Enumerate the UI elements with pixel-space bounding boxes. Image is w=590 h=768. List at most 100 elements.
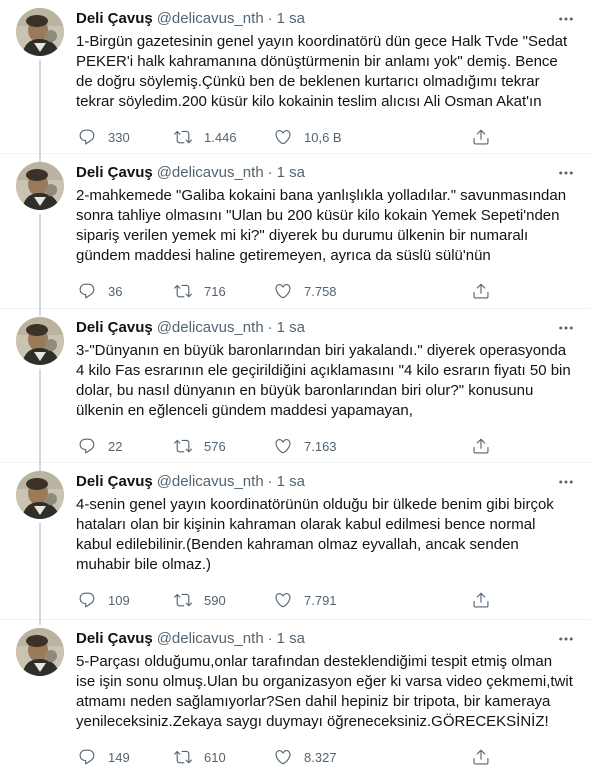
- retweet-icon: [174, 750, 192, 764]
- share-button[interactable]: [472, 282, 490, 300]
- reply-icon: [79, 592, 95, 608]
- timestamp[interactable]: 1 sa: [277, 472, 305, 492]
- heart-icon: [275, 439, 291, 454]
- heart-icon: [275, 593, 291, 608]
- reply-icon: [79, 129, 95, 145]
- like-button[interactable]: 10,6 B: [274, 128, 342, 146]
- tweet-header: Deli Çavuş @delicavus_nth · 1 sa: [76, 9, 576, 29]
- author-name[interactable]: Deli Çavuş: [76, 9, 153, 29]
- thread-line: [39, 214, 41, 316]
- more-icon[interactable]: [556, 629, 576, 649]
- reply-icon: [79, 438, 95, 454]
- reply-count: 36: [108, 283, 123, 299]
- timestamp[interactable]: 1 sa: [277, 629, 305, 649]
- reply-count: 109: [108, 592, 130, 608]
- retweet-button[interactable]: 590: [174, 591, 226, 609]
- tweet-text: 3-"Dünyanın en büyük baronlarından biri …: [76, 342, 571, 419]
- tweet[interactable]: Deli Çavuş @delicavus_nth · 1 sa 3-"Düny…: [0, 309, 590, 471]
- reply-count: 149: [108, 749, 130, 765]
- share-button[interactable]: [472, 748, 490, 766]
- author-handle[interactable]: @delicavus_nth: [157, 9, 264, 29]
- heart-icon: [275, 750, 291, 765]
- tweet[interactable]: Deli Çavuş @delicavus_nth · 1 sa 4-senin…: [0, 463, 590, 625]
- more-icon[interactable]: [556, 318, 576, 338]
- like-button[interactable]: 7.758: [274, 282, 337, 300]
- retweet-count: 576: [204, 438, 226, 454]
- retweet-count: 590: [204, 592, 226, 608]
- like-button[interactable]: 8.327: [274, 748, 337, 766]
- timestamp[interactable]: 1 sa: [277, 318, 305, 338]
- like-count: 8.327: [304, 749, 337, 765]
- thread-line: [39, 60, 41, 162]
- tweet-header: Deli Çavuş @delicavus_nth · 1 sa: [76, 163, 576, 183]
- reply-icon: [79, 283, 95, 299]
- author-handle[interactable]: @delicavus_nth: [157, 629, 264, 649]
- retweet-button[interactable]: 1.446: [174, 128, 237, 146]
- share-button[interactable]: [472, 437, 490, 455]
- thread-line: [39, 369, 41, 471]
- reply-button[interactable]: 109: [78, 591, 130, 609]
- author-name[interactable]: Deli Çavuş: [76, 472, 153, 492]
- avatar[interactable]: [16, 471, 64, 519]
- tweet-header: Deli Çavuş @delicavus_nth · 1 sa: [76, 629, 576, 649]
- heart-icon: [275, 284, 291, 299]
- avatar-image: [16, 471, 64, 519]
- share-button[interactable]: [472, 591, 490, 609]
- separator-dot: ·: [267, 473, 273, 490]
- avatar-image: [16, 162, 64, 210]
- avatar[interactable]: [16, 162, 64, 210]
- tweet[interactable]: Deli Çavuş @delicavus_nth · 1 sa 5-Parça…: [0, 620, 590, 768]
- reply-button[interactable]: 330: [78, 128, 130, 146]
- tweet-text: 2-mahkemede "Galiba kokaini bana yanlışl…: [76, 187, 567, 264]
- retweet-button[interactable]: 716: [174, 282, 226, 300]
- heart-icon: [275, 130, 291, 145]
- retweet-button[interactable]: 610: [174, 748, 226, 766]
- like-count: 7.791: [304, 592, 337, 608]
- tweet[interactable]: Deli Çavuş @delicavus_nth · 1 sa 1-Birgü…: [0, 0, 590, 162]
- avatar-image: [16, 628, 64, 676]
- avatar[interactable]: [16, 628, 64, 676]
- more-icon[interactable]: [556, 9, 576, 29]
- author-handle[interactable]: @delicavus_nth: [157, 163, 264, 183]
- share-icon: [473, 749, 489, 765]
- avatar-image: [16, 317, 64, 365]
- retweet-icon: [174, 130, 192, 144]
- share-button[interactable]: [472, 128, 490, 146]
- tweet-text: 4-senin genel yayın koordinatörünün oldu…: [76, 496, 554, 573]
- avatar-image: [16, 8, 64, 56]
- share-icon: [473, 592, 489, 608]
- share-icon: [473, 283, 489, 299]
- reply-count: 330: [108, 129, 130, 145]
- timestamp[interactable]: 1 sa: [277, 163, 305, 183]
- author-handle[interactable]: @delicavus_nth: [157, 318, 264, 338]
- thread-line: [39, 523, 41, 625]
- separator-dot: ·: [267, 630, 273, 647]
- tweet-header: Deli Çavuş @delicavus_nth · 1 sa: [76, 318, 576, 338]
- timestamp[interactable]: 1 sa: [277, 9, 305, 29]
- retweet-icon: [174, 439, 192, 453]
- author-name[interactable]: Deli Çavuş: [76, 629, 153, 649]
- author-name[interactable]: Deli Çavuş: [76, 318, 153, 338]
- tweet-text: 1-Birgün gazetesinin genel yayın koordin…: [76, 33, 568, 110]
- retweet-button[interactable]: 576: [174, 437, 226, 455]
- tweet[interactable]: Deli Çavuş @delicavus_nth · 1 sa 2-mahke…: [0, 154, 590, 316]
- like-count: 10,6 B: [304, 129, 342, 145]
- reply-button[interactable]: 36: [78, 282, 122, 300]
- author-handle[interactable]: @delicavus_nth: [157, 472, 264, 492]
- reply-button[interactable]: 149: [78, 748, 130, 766]
- like-button[interactable]: 7.791: [274, 591, 337, 609]
- more-icon[interactable]: [556, 163, 576, 183]
- separator-dot: ·: [267, 164, 273, 181]
- like-button[interactable]: 7.163: [274, 437, 337, 455]
- share-icon: [473, 129, 489, 145]
- retweet-icon: [174, 284, 192, 298]
- tweet-header: Deli Çavuş @delicavus_nth · 1 sa: [76, 472, 576, 492]
- reply-button[interactable]: 22: [78, 437, 122, 455]
- retweet-count: 610: [204, 749, 226, 765]
- avatar[interactable]: [16, 317, 64, 365]
- like-count: 7.163: [304, 438, 337, 454]
- avatar[interactable]: [16, 8, 64, 56]
- author-name[interactable]: Deli Çavuş: [76, 163, 153, 183]
- more-icon[interactable]: [556, 472, 576, 492]
- share-icon: [473, 438, 489, 454]
